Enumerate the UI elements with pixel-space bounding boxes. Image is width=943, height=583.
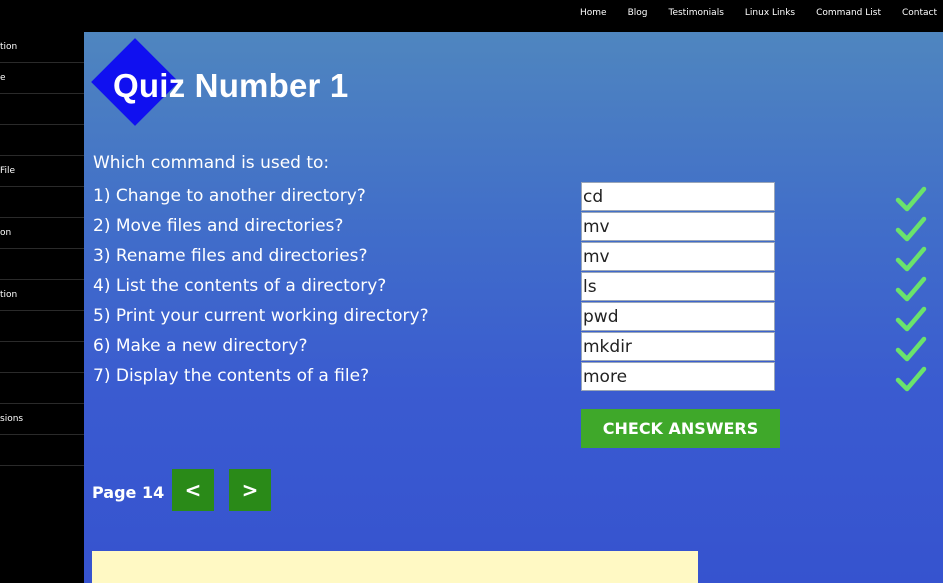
sidebar-item[interactable]: tion [0,280,84,311]
question-row: 2) Move files and directories? [84,212,943,242]
nav-blog-link[interactable]: Blog [628,8,648,18]
answer-input[interactable] [581,272,775,301]
nav-contact-link[interactable]: Contact [902,8,937,18]
answer-input[interactable] [581,362,775,391]
question-text: 2) Move files and directories? [93,216,344,236]
sidebar-item[interactable]: e [0,63,84,94]
sidebar-item[interactable]: on [0,218,84,249]
question-row: 7) Display the contents of a file? [84,362,943,392]
sidebar-menu: tion e File on tion sions [0,32,84,583]
checkmark-icon [895,186,927,212]
sidebar-item[interactable] [0,125,84,156]
answer-input[interactable] [581,302,775,331]
question-text: 6) Make a new directory? [93,336,308,356]
question-text: 7) Display the contents of a file? [93,366,370,386]
question-row: 3) Rename files and directories? [84,242,943,272]
checkmark-icon [895,366,927,392]
checkmark-icon [895,306,927,332]
checkmark-icon [895,246,927,272]
sidebar-item[interactable]: tion [0,32,84,63]
sidebar-item[interactable] [0,373,84,404]
answer-input[interactable] [581,182,775,211]
sidebar-item[interactable] [0,187,84,218]
previous-page-button[interactable]: < [172,469,214,511]
sidebar-item[interactable]: File [0,156,84,187]
nav-home-link[interactable]: Home [580,8,607,18]
sidebar-item[interactable] [0,94,84,125]
checkmark-icon [895,276,927,302]
question-intro: Which command is used to: [93,153,330,173]
sidebar-item[interactable]: sions [0,404,84,435]
question-row: 6) Make a new directory? [84,332,943,362]
sidebar-item[interactable] [0,342,84,373]
top-navigation-bar: Home Blog Testimonials Linux Links Comma… [0,0,943,32]
next-page-button[interactable]: > [229,469,271,511]
question-text: 5) Print your current working directory? [93,306,429,326]
main-nav: Home Blog Testimonials Linux Links Comma… [559,0,937,25]
page-title: Quiz Number 1 [113,67,349,104]
note-box [92,551,698,583]
question-row: 5) Print your current working directory? [84,302,943,332]
checkmark-icon [895,216,927,242]
sidebar-item[interactable] [0,435,84,466]
sidebar-item[interactable] [0,311,84,342]
nav-linux-links-link[interactable]: Linux Links [745,8,795,18]
check-answers-button[interactable]: CHECK ANSWERS [581,409,780,448]
question-text: 3) Rename files and directories? [93,246,368,266]
question-text: 4) List the contents of a directory? [93,276,387,296]
sidebar-item[interactable] [0,249,84,280]
answer-input[interactable] [581,212,775,241]
nav-command-list-link[interactable]: Command List [816,8,881,18]
nav-testimonials-link[interactable]: Testimonials [668,8,723,18]
quiz-content: Quiz Number 1 Which command is used to: … [84,32,943,583]
checkmark-icon [895,336,927,362]
answer-input[interactable] [581,332,775,361]
answer-input[interactable] [581,242,775,271]
question-row: 1) Change to another directory? [84,182,943,212]
question-row: 4) List the contents of a directory? [84,272,943,302]
question-text: 1) Change to another directory? [93,186,366,206]
page-number-label: Page 14 [92,483,165,502]
